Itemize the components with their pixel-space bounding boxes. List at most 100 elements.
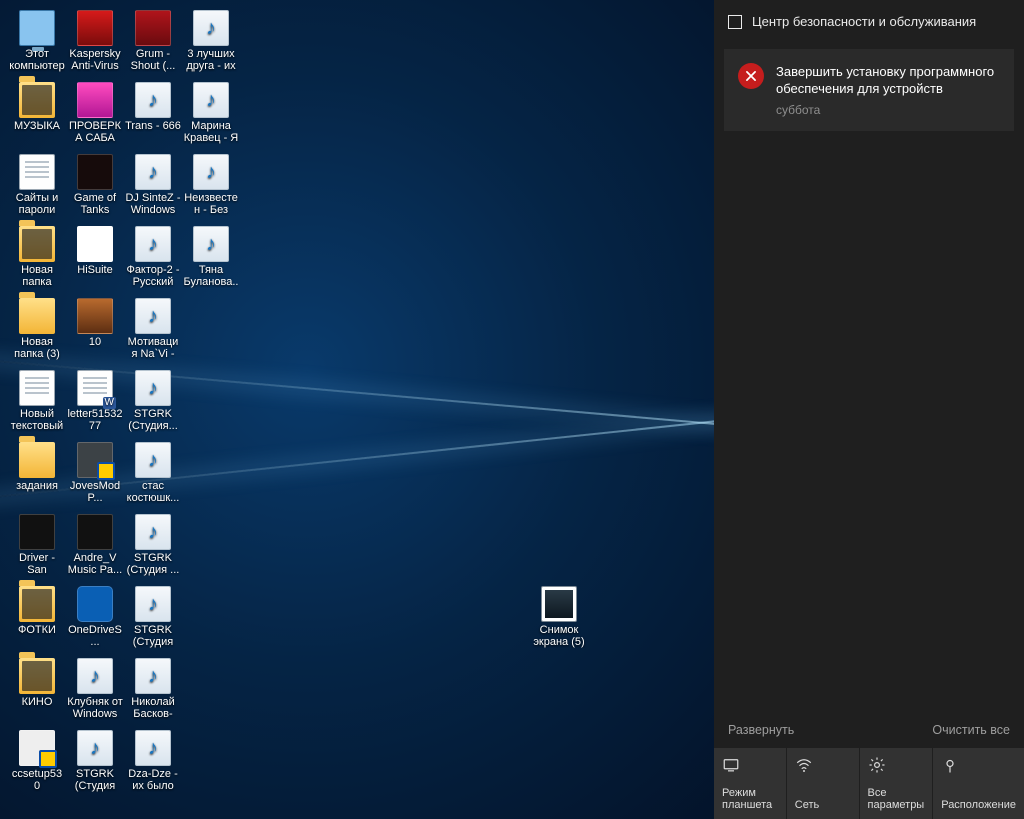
audio-kravets-icon (193, 82, 229, 118)
app-ten[interactable]: 10 (66, 296, 124, 364)
audio-klubnyak-label: Клубняк от Windows ... (67, 696, 123, 720)
tile-network[interactable]: Сеть (787, 747, 860, 819)
this-pc[interactable]: Этот компьютер (8, 8, 66, 76)
doc-new-text-label: Новый текстовый ... (9, 408, 65, 432)
screenshot-5-icon (541, 586, 577, 622)
app-andre-v[interactable]: Andre_V Music Pa... (66, 512, 124, 580)
audio-navi-label: Мотивация Na`Vi - Из... (125, 336, 181, 360)
audio-stgrk-4-icon (77, 730, 113, 766)
audio-unknown[interactable]: Неизвестен - Без названия (182, 152, 240, 220)
doc-letter5153277[interactable]: letter5153277 (66, 368, 124, 436)
folder-music-icon (19, 82, 55, 118)
audio-dj-sintez-label: DJ SinteZ - Windows ... (125, 192, 181, 216)
folder-movies-label: КИНО (22, 696, 53, 708)
audio-dj-sintez-icon (135, 154, 171, 190)
audio-trans-666[interactable]: Trans - 666 (124, 80, 182, 148)
audio-faktor2-label: Фактор-2 - Русский н... (125, 264, 181, 288)
audio-klubnyak[interactable]: Клубняк от Windows ... (66, 656, 124, 724)
tile-location[interactable]: Расположение (933, 747, 1024, 819)
folder-new[interactable]: Новая папка (8, 224, 66, 292)
audio-dza-dze-label: Dza-Dze - их было тро... (125, 768, 181, 792)
tile-all-settings[interactable]: Все параметры (860, 747, 934, 819)
action-center-panel: Центр безопасности и обслуживания Заверш… (714, 0, 1024, 819)
audio-stgrk-3[interactable]: STGRK (Студия ГР... (124, 584, 182, 652)
app-jovesmod-label: JovesModP... (67, 480, 123, 504)
doc-sites-passwords[interactable]: Сайты и пароли (8, 152, 66, 220)
app-kaspersky[interactable]: Kaspersky Anti-Virus (66, 8, 124, 76)
quick-action-tiles: Режим планшета Сеть Все параметрыРасположе… (714, 747, 1024, 819)
folder-new-3-icon (19, 298, 55, 334)
audio-kravets[interactable]: Марина Кравец - Я ... (182, 80, 240, 148)
audio-3-friends[interactable]: 3 лучших друга - их ... (182, 8, 240, 76)
app-onedrive-label: OneDriveS... (67, 624, 123, 648)
expand-link[interactable]: Развернуть (728, 723, 794, 737)
screenshot-5-label: Снимок экрана (5) (531, 624, 587, 648)
tile-network-label: Сеть (795, 799, 851, 811)
error-icon (738, 63, 764, 89)
folder-new-3-label: Новая папка (3) (9, 336, 65, 360)
clear-all-link[interactable]: Очистить все (932, 723, 1010, 737)
app-grum-icon (135, 10, 171, 46)
audio-baskov-icon (135, 658, 171, 694)
screenshot-5[interactable]: Снимок экрана (5) (530, 584, 588, 652)
audio-dza-dze[interactable]: Dza-Dze - их было тро... (124, 728, 182, 796)
audio-3-friends-icon (193, 10, 229, 46)
audio-stgrk-3-icon (135, 586, 171, 622)
folder-movies[interactable]: КИНО (8, 656, 66, 724)
folder-new-icon (19, 226, 55, 262)
app-ten-icon (77, 298, 113, 334)
tile-tablet-mode-icon (722, 756, 740, 774)
app-hisuite-label: HiSuite (77, 264, 112, 276)
audio-stas[interactable]: стас костюшк... (124, 440, 182, 508)
audio-klubnyak-icon (77, 658, 113, 694)
app-grum-label: Grum - Shout (... (125, 48, 181, 72)
doc-sites-passwords-label: Сайты и пароли (9, 192, 65, 216)
audio-stas-icon (135, 442, 171, 478)
audio-navi[interactable]: Мотивация Na`Vi - Из... (124, 296, 182, 364)
audio-faktor2[interactable]: Фактор-2 - Русский н... (124, 224, 182, 292)
audio-stgrk-2[interactable]: STGRK (Студия ... (124, 512, 182, 580)
audio-dza-dze-icon (135, 730, 171, 766)
app-proverka-icon (77, 82, 113, 118)
app-proverka[interactable]: ПРОВЕРКА САБА ПО... (66, 80, 124, 148)
desktop-icons-area[interactable]: Этот компьютерKaspersky Anti-VirusGrum -… (6, 6, 714, 819)
app-onedrive-icon (77, 586, 113, 622)
notification-card[interactable]: Завершить установку программного обеспеч… (724, 49, 1014, 131)
app-driver-sf[interactable]: Driver - San Francisco (8, 512, 66, 580)
doc-sites-passwords-icon (19, 154, 55, 190)
folder-new-3[interactable]: Новая папка (3) (8, 296, 66, 364)
app-grum[interactable]: Grum - Shout (... (124, 8, 182, 76)
app-ccsetup[interactable]: ccsetup530 (8, 728, 66, 796)
this-pc-label: Этот компьютер (9, 48, 65, 72)
action-center-title: Центр безопасности и обслуживания (752, 14, 976, 29)
app-hisuite-icon (77, 226, 113, 262)
app-game-of-tanks-label: Game of Tanks (67, 192, 123, 216)
audio-kravets-label: Марина Кравец - Я ... (183, 120, 239, 144)
folder-tasks[interactable]: задания (8, 440, 66, 508)
tile-tablet-mode[interactable]: Режим планшета (714, 747, 787, 819)
app-jovesmod[interactable]: JovesModP... (66, 440, 124, 508)
audio-trans-666-icon (135, 82, 171, 118)
audio-baskov[interactable]: Николай Басков- ш... (124, 656, 182, 724)
action-center-header: Центр безопасности и обслуживания (714, 0, 1024, 41)
folder-photos[interactable]: ФОТКИ (8, 584, 66, 652)
app-game-of-tanks[interactable]: Game of Tanks (66, 152, 124, 220)
doc-new-text-icon (19, 370, 55, 406)
doc-letter5153277-icon (77, 370, 113, 406)
app-kaspersky-label: Kaspersky Anti-Virus (67, 48, 123, 72)
audio-faktor2-icon (135, 226, 171, 262)
notification-date: суббота (776, 103, 1000, 117)
audio-stgrk-4[interactable]: STGRK (Студия ГР... (66, 728, 124, 796)
tile-network-icon (795, 756, 813, 774)
audio-3-friends-label: 3 лучших друга - их ... (183, 48, 239, 72)
audio-dj-sintez[interactable]: DJ SinteZ - Windows ... (124, 152, 182, 220)
this-pc-icon (19, 10, 55, 46)
folder-music[interactable]: МУЗЫКА (8, 80, 66, 148)
audio-stgrk-1[interactable]: STGRK (Студия... (124, 368, 182, 436)
tile-location-icon (941, 756, 959, 774)
audio-bulanova[interactable]: Тяна Буланова... (182, 224, 240, 292)
app-ccsetup-icon (19, 730, 55, 766)
app-onedrive[interactable]: OneDriveS... (66, 584, 124, 652)
app-hisuite[interactable]: HiSuite (66, 224, 124, 292)
doc-new-text[interactable]: Новый текстовый ... (8, 368, 66, 436)
